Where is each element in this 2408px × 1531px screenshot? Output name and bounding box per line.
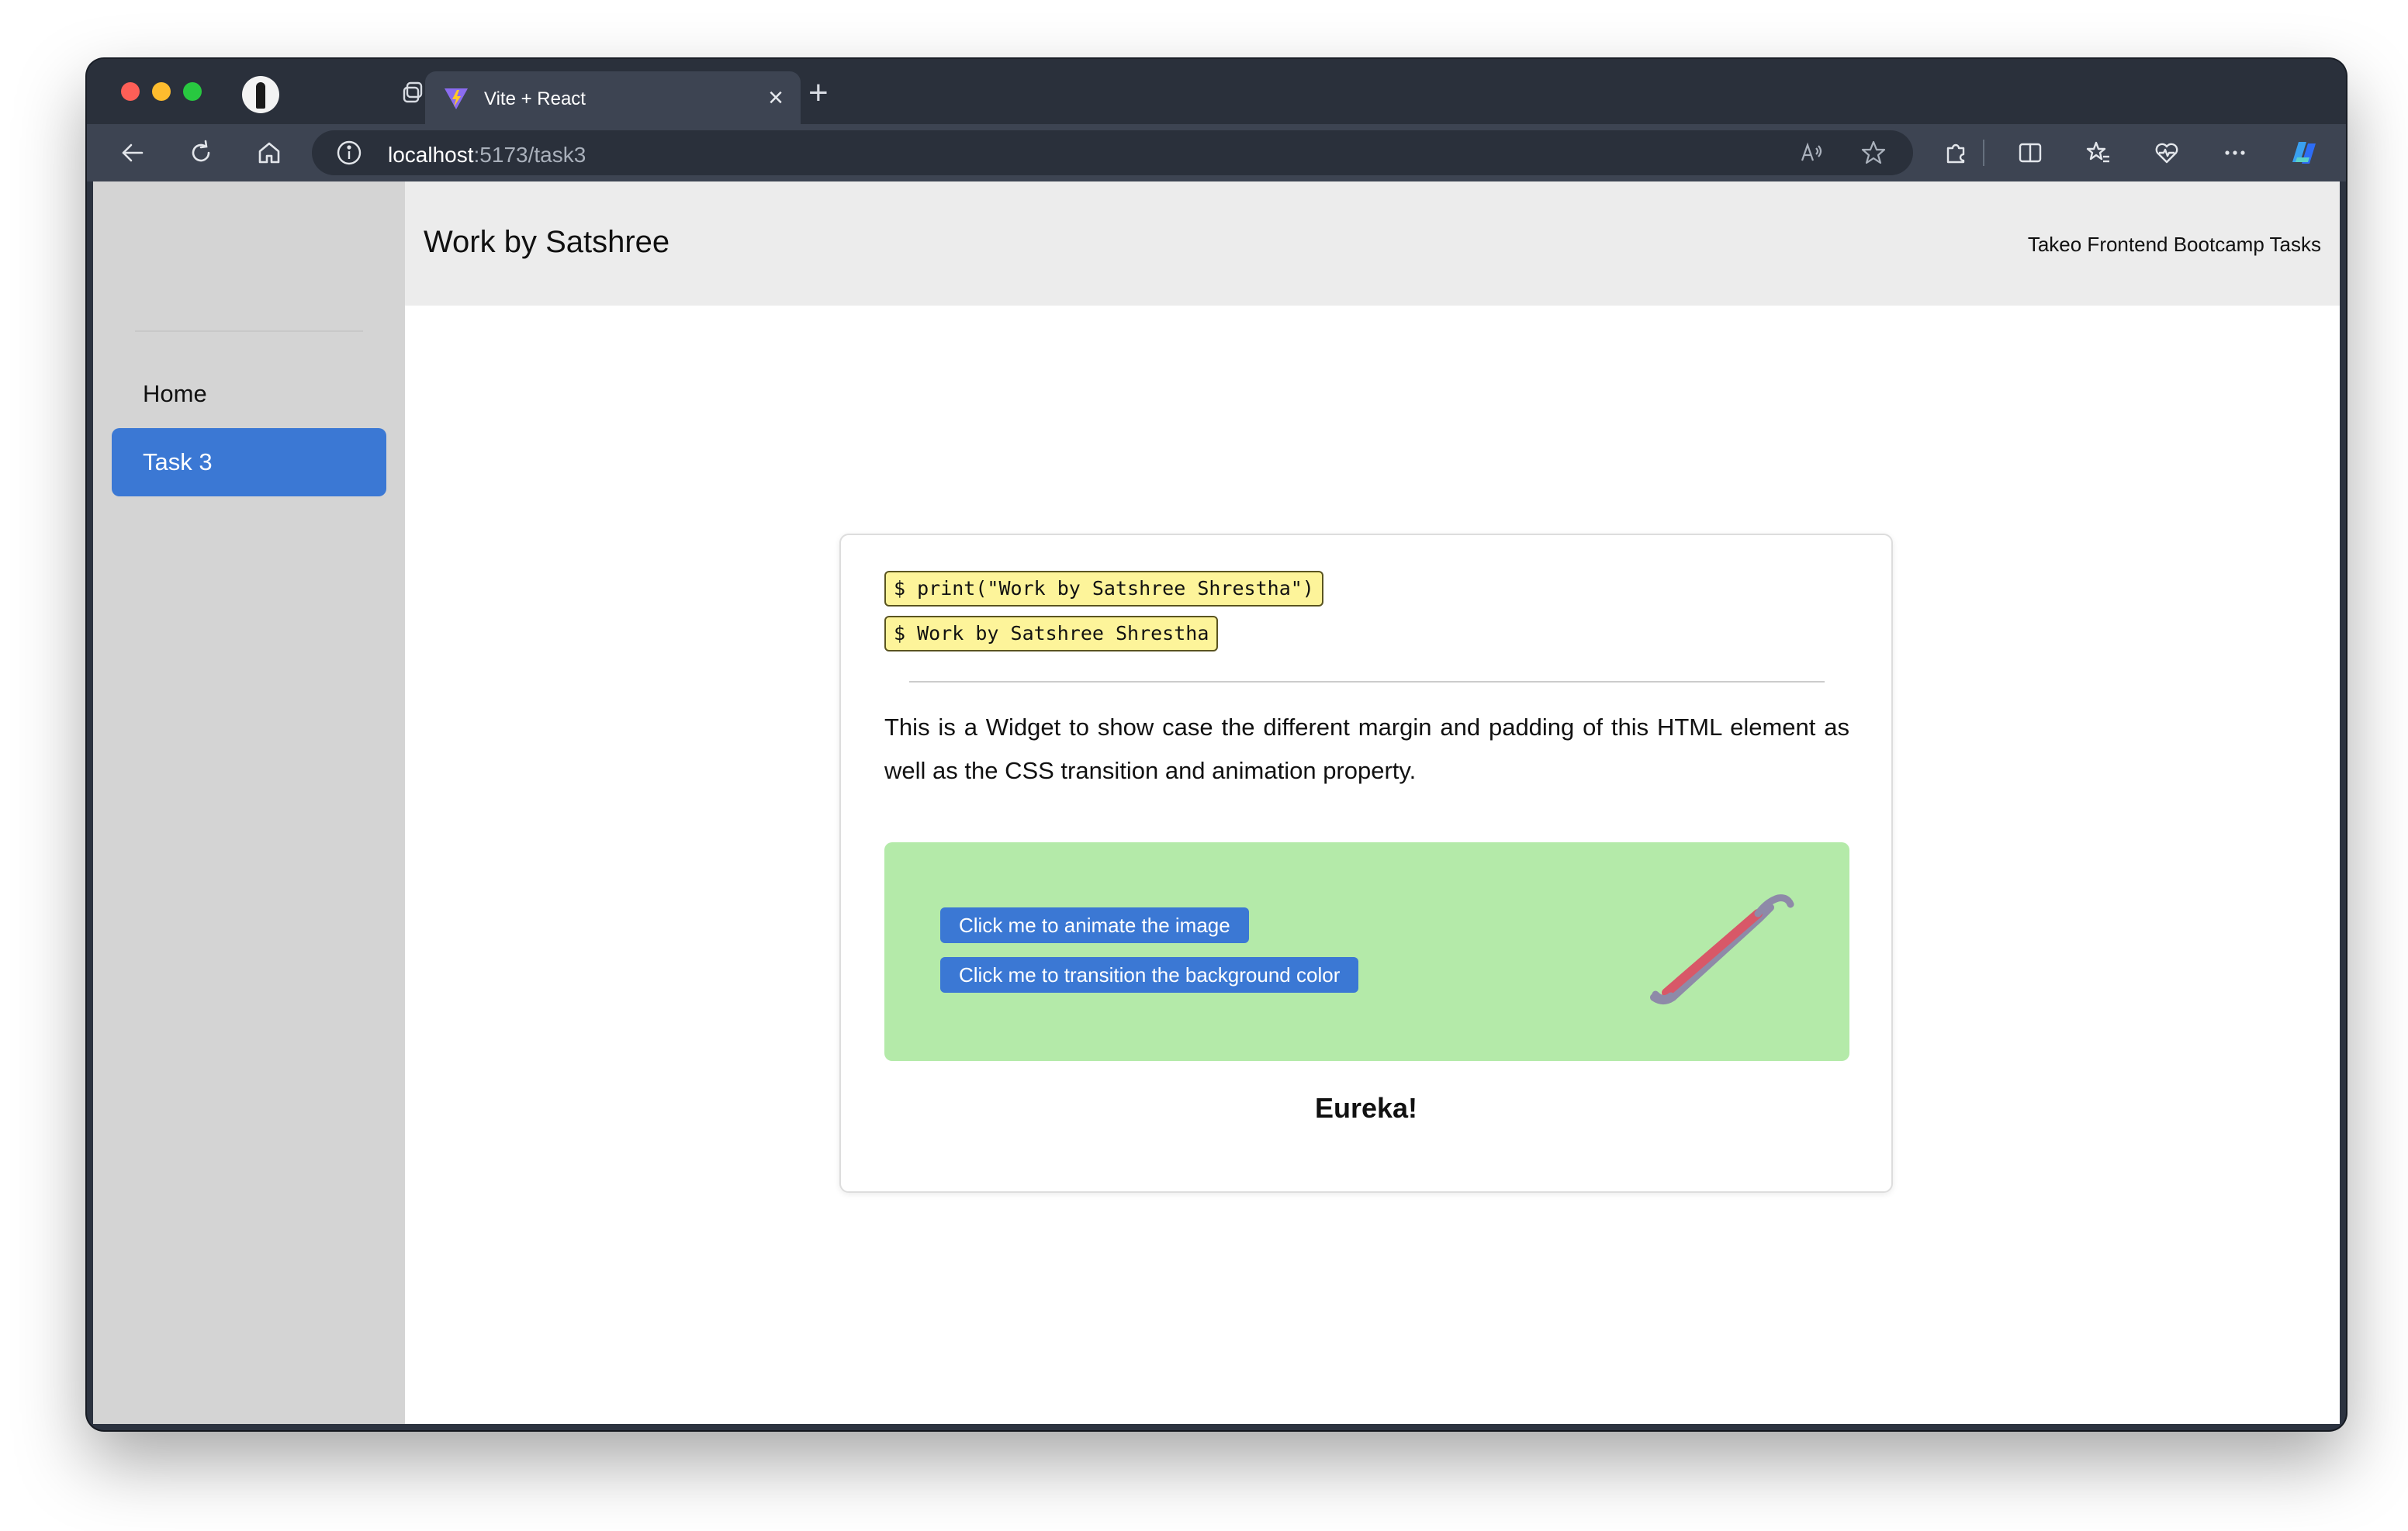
card-divider	[909, 681, 1825, 683]
widget-card: $ print("Work by Satshree Shrestha") $ W…	[839, 534, 1893, 1193]
page-viewport: Home Task 3 Work by Satshree Takeo Front…	[93, 181, 2340, 1424]
more-menu-icon[interactable]	[2216, 133, 2254, 172]
copilot-icon[interactable]	[2284, 133, 2323, 172]
split-screen-icon[interactable]	[2011, 133, 2050, 172]
crowbar-icon	[1650, 894, 1794, 1004]
home-icon[interactable]	[250, 133, 289, 172]
profile-avatar[interactable]	[242, 76, 279, 113]
browser-toolbar: localhost:5173/task3	[87, 124, 2346, 181]
tab-active[interactable]: Vite + React ×	[425, 71, 801, 124]
maximize-window-button[interactable]	[183, 82, 202, 101]
site-info-icon[interactable]	[335, 139, 363, 171]
page-title: Work by Satshree	[424, 225, 670, 259]
address-bar[interactable]: localhost:5173/task3	[312, 130, 1913, 175]
sidebar-item-task-3[interactable]: Task 3	[112, 428, 386, 496]
minimize-window-button[interactable]	[152, 82, 171, 101]
url-text: localhost:5173/task3	[388, 143, 586, 167]
browser-essentials-icon[interactable]	[2147, 133, 2186, 172]
toolbar-separator	[1983, 140, 1984, 166]
extensions-icon[interactable]	[1936, 133, 1975, 172]
sidebar-divider	[135, 330, 363, 332]
header-subtitle: Takeo Frontend Bootcamp Tasks	[2027, 233, 2321, 256]
refresh-icon[interactable]	[182, 133, 220, 172]
tab-title: Vite + React	[484, 88, 586, 109]
widget-description: This is a Widget to show case the differ…	[884, 714, 1849, 784]
back-arrow-icon[interactable]	[113, 133, 152, 172]
eureka-caption: Eureka!	[1314, 1092, 1418, 1124]
code-snippet-command: $ print("Work by Satshree Shrestha")	[884, 571, 1323, 607]
vite-logo-icon	[445, 88, 468, 109]
code-snippet-output: $ Work by Satshree Shrestha	[884, 616, 1219, 651]
animate-image-button[interactable]: Click me to animate the image	[940, 907, 1249, 943]
animation-panel: Click me to animate the image Click me t…	[884, 842, 1849, 1061]
favorite-star-icon[interactable]	[1854, 133, 1893, 172]
tab-close-icon[interactable]: ×	[768, 82, 784, 113]
tab-bar: Vite + React × +	[87, 59, 2346, 124]
transition-background-button[interactable]: Click me to transition the background co…	[940, 957, 1359, 993]
sidebar-item-home[interactable]: Home	[112, 360, 386, 428]
close-window-button[interactable]	[121, 82, 140, 101]
favorites-icon[interactable]	[2079, 133, 2118, 172]
page-header: Work by Satshree Takeo Frontend Bootcamp…	[405, 181, 2340, 306]
sidebar: Home Task 3	[93, 181, 405, 1424]
new-tab-button[interactable]: +	[808, 76, 829, 110]
read-aloud-icon[interactable]	[1792, 133, 1831, 172]
browser-window: Vite + React × + localhost:5173/task3 Ho…	[87, 59, 2346, 1430]
